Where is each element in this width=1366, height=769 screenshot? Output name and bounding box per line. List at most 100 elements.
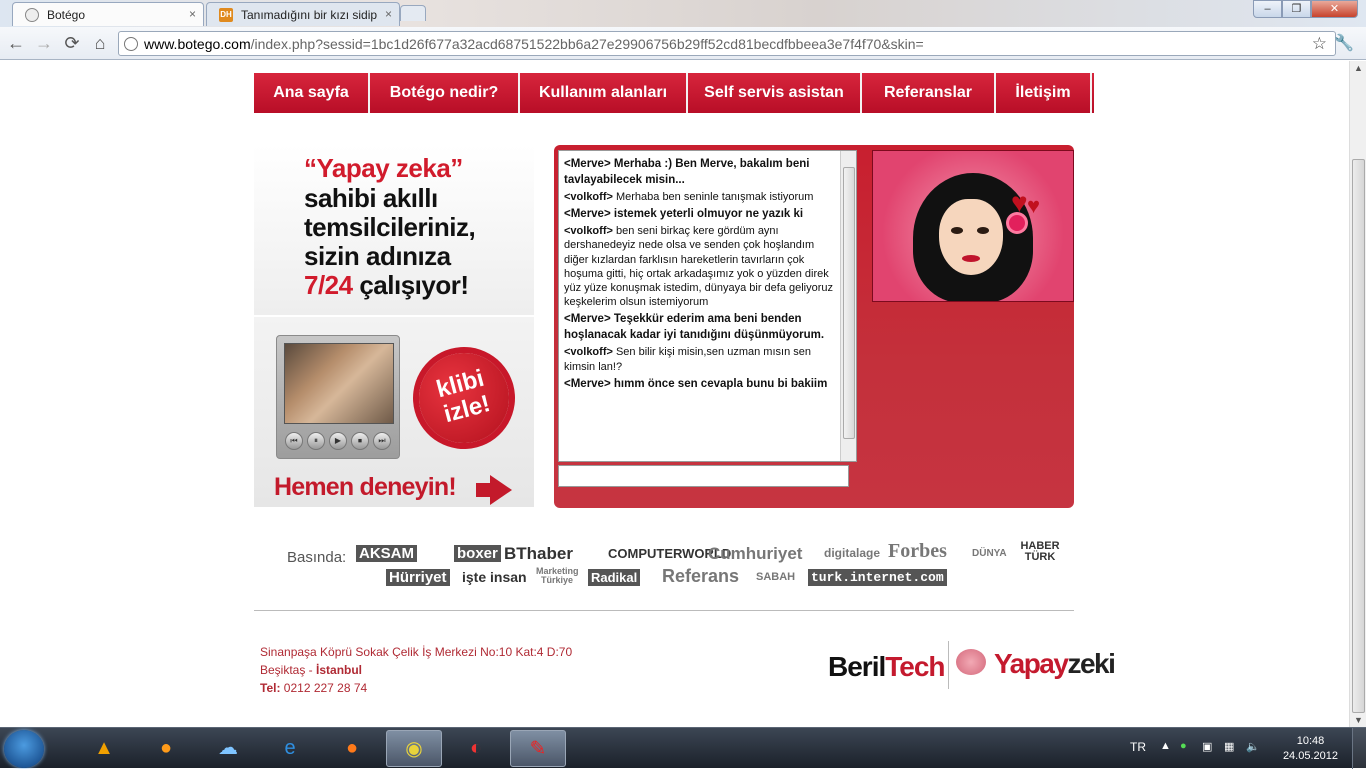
video-thumbnail[interactable] (284, 343, 394, 424)
chat-text: istemek yeterli olmuyor ne yazık ki (613, 208, 804, 221)
forward-icon[interactable]: → (34, 33, 54, 53)
address-bar[interactable]: www.botego.com/index.php?sessid=1bc1d26f… (118, 31, 1336, 56)
network-tray-icon[interactable]: ▦ (1224, 740, 1234, 753)
scroll-up-icon[interactable]: ▲ (1354, 63, 1363, 73)
press-logo[interactable]: Marketing Türkiye (536, 567, 579, 585)
clock[interactable]: 10:48 24.05.2012 (1283, 734, 1338, 764)
dh-icon: DH (219, 8, 233, 22)
beriltech-logo[interactable]: BerilTech (828, 651, 946, 683)
chat-message: <Merve> hımm önce sen cevapla bunu bi ba… (564, 376, 838, 392)
network-icon[interactable]: ☁ (200, 730, 256, 767)
close-icon[interactable]: × (189, 7, 196, 21)
chat-message: <volkoff> Merhaba ben seninle tanışmak i… (564, 190, 838, 204)
tab-botego[interactable]: Botégo × (12, 2, 204, 26)
promo-line: “Yapay zeka” (304, 153, 463, 183)
press-logo[interactable]: BThaber (504, 545, 573, 562)
back-icon[interactable]: ← (6, 33, 26, 53)
prev-icon[interactable]: ⏮ (285, 432, 303, 450)
home-icon[interactable]: ⌂ (90, 33, 110, 53)
press-logo[interactable]: boxer (454, 545, 501, 562)
chat-scrollbar[interactable] (840, 151, 856, 461)
press-logo[interactable]: digitalage (824, 545, 880, 562)
wrench-icon[interactable]: 🔧 (1334, 33, 1354, 53)
arrow-right-icon[interactable] (476, 475, 512, 505)
language-indicator[interactable]: TR (1130, 740, 1146, 754)
tray-device-icon[interactable]: ▣ (1202, 740, 1212, 753)
stop-icon[interactable]: ⏹ (351, 432, 369, 450)
date: 24.05.2012 (1282, 750, 1338, 762)
divider (254, 610, 1074, 611)
new-tab-button[interactable] (400, 5, 426, 21)
nav-home[interactable]: Ana sayfa (254, 73, 370, 113)
maximize-button[interactable]: ❐ (1282, 0, 1311, 18)
media-icon[interactable]: ◐ (448, 730, 504, 767)
show-desktop-button[interactable] (1352, 728, 1366, 769)
ie-icon[interactable]: e (262, 730, 318, 767)
avast-icon[interactable]: ▲ (76, 730, 132, 767)
press-logo[interactable]: işte insan (462, 569, 527, 586)
chat-message: <volkoff> Sen bilir kişi misin,sen uzman… (564, 345, 838, 373)
press-logo[interactable]: Referans (662, 567, 739, 585)
nav-references[interactable]: Referanslar (862, 73, 996, 113)
watch-clip-badge[interactable]: klibi izle! (408, 342, 520, 454)
chat-text: ben seni birkaç kere gördüm aynı dershan… (564, 225, 834, 309)
phone-label: Tel: (260, 681, 281, 695)
next-icon[interactable]: ⏭ (373, 432, 391, 450)
star-icon[interactable]: ☆ (1312, 34, 1327, 54)
browser-toolbar: ← → ⟳ ⌂ www.botego.com/index.php?sessid=… (0, 27, 1366, 60)
start-button[interactable] (4, 730, 44, 768)
promo-line: sizin adınıza (304, 241, 451, 271)
press-logo[interactable]: SABAH (756, 569, 795, 586)
chat-sender: <Merve> (564, 313, 611, 326)
footer-address: Sinanpaşa Köprü Sokak Çelik İş Merkezi N… (260, 643, 572, 697)
chat-log[interactable]: <Merve> Merhaba :) Ben Merve, bakalım be… (558, 150, 857, 462)
promo-banner: “Yapay zeka” sahibi akıllı temsilcilerin… (254, 145, 534, 315)
press-logo[interactable]: Forbes (888, 541, 947, 561)
chat-sender: <Merve> (564, 377, 611, 390)
press-logo[interactable]: turk.internet.com (808, 569, 947, 586)
heart-icon: ♥ (1027, 193, 1041, 218)
brain-icon (956, 649, 986, 675)
messenger-icon[interactable]: ● (138, 730, 194, 767)
reload-icon[interactable]: ⟳ (62, 33, 82, 53)
scroll-down-icon[interactable]: ▼ (1354, 715, 1363, 725)
scroll-thumb[interactable] (1352, 159, 1365, 713)
press-logo[interactable]: Cumhuriyet (708, 545, 802, 562)
close-icon[interactable]: × (385, 7, 392, 21)
press-logo[interactable]: Radikal (588, 569, 641, 586)
nav-contact[interactable]: İletişim (996, 73, 1092, 113)
tray-app-icon[interactable]: ● (1180, 740, 1187, 752)
tab-dh[interactable]: DH Tanımadığını bir kızı sidip × (206, 2, 400, 26)
tab-title: Botégo (47, 8, 86, 22)
yapayzeki-logo[interactable]: Yapayzeki (994, 648, 1116, 680)
minimize-button[interactable]: – (1253, 0, 1282, 18)
promo-hours: 7/24 (304, 270, 353, 300)
firefox-icon[interactable]: ● (324, 730, 380, 767)
nav-usage[interactable]: Kullanım alanları (520, 73, 688, 113)
close-window-button[interactable]: ✕ (1311, 0, 1358, 18)
address-district: Beşiktaş - (260, 663, 317, 677)
press-logo[interactable]: DÜNYA (972, 545, 1007, 562)
acrobat-icon[interactable]: ✎ (510, 730, 566, 767)
promo-line: temsilcileriniz, (304, 212, 476, 242)
chat-sender: <volkoff> (564, 346, 613, 359)
try-now-link[interactable]: Hemen deneyin! (274, 473, 457, 502)
system-tray: TR ▲ ● ▣ ▦ 🔈 10:48 24.05.2012 (1110, 728, 1366, 769)
pause-icon[interactable]: ⏸ (307, 432, 325, 450)
video-player[interactable]: ⏮ ⏸ ▶ ⏹ ⏭ (276, 335, 400, 459)
page-scrollbar[interactable]: ▲ ▼ (1349, 61, 1366, 727)
phone-number: 0212 227 28 74 (283, 681, 368, 695)
play-icon[interactable]: ▶ (329, 432, 347, 450)
press-logo[interactable]: Hürriyet (386, 569, 450, 586)
web-page: Ana sayfa Botégo nedir? Kullanım alanlar… (0, 61, 1349, 727)
chevron-up-icon[interactable]: ▲ (1160, 740, 1171, 752)
nav-self-service[interactable]: Self servis asistan (688, 73, 862, 113)
globe-icon (25, 8, 39, 22)
press-logo[interactable]: AKSAM (356, 545, 417, 562)
divider (948, 641, 949, 689)
chat-input[interactable] (558, 465, 849, 487)
press-logo[interactable]: HABER TÜRK (1020, 541, 1060, 563)
nav-what-is[interactable]: Botégo nedir? (370, 73, 520, 113)
chrome-icon[interactable]: ◉ (386, 730, 442, 767)
volume-icon[interactable]: 🔈 (1246, 740, 1260, 753)
